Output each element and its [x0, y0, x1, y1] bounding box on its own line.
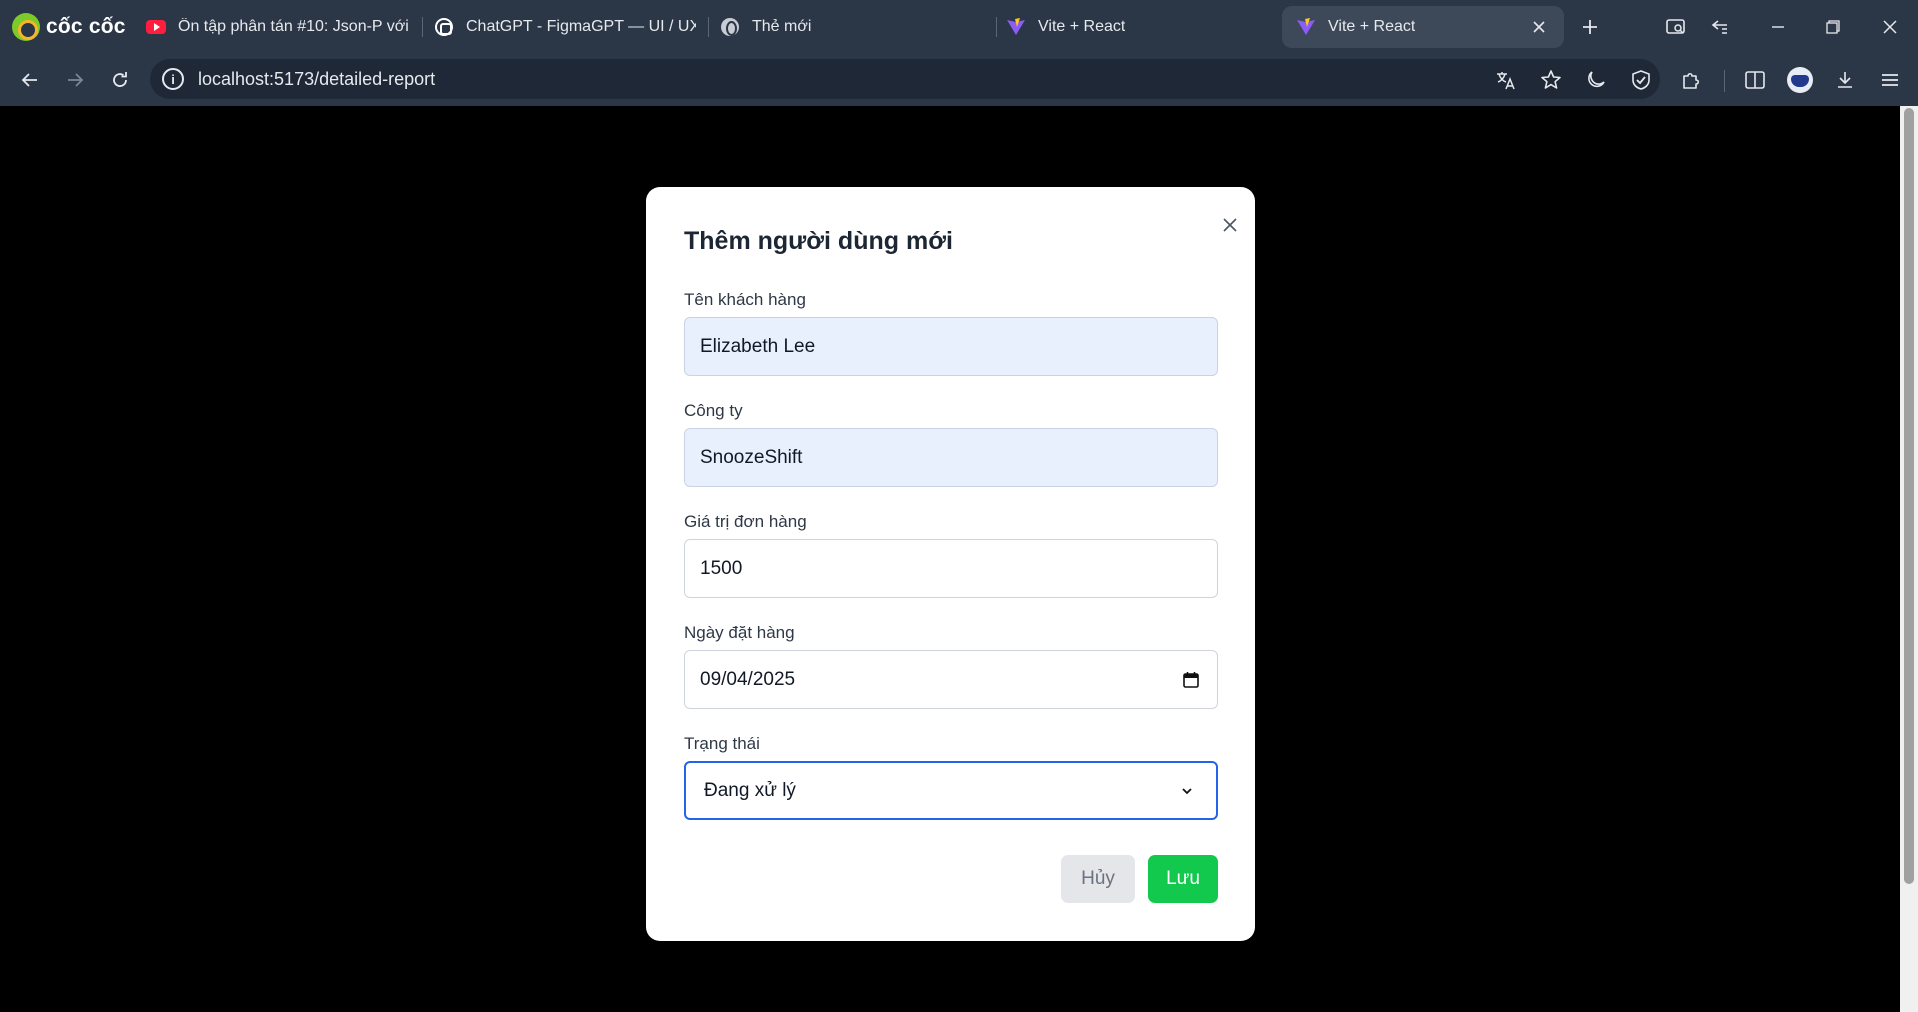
tab-divider — [996, 17, 997, 37]
company-label: Công ty — [684, 401, 743, 420]
toolbar-divider — [1724, 70, 1725, 92]
reload-icon[interactable] — [102, 62, 138, 98]
tab-chatgpt[interactable]: ChatGPT - FigmaGPT — UI / UX — [434, 6, 696, 48]
globe-icon — [720, 17, 740, 37]
cancel-button[interactable]: Hủy — [1061, 855, 1135, 903]
chevron-down-icon — [1176, 780, 1198, 802]
order-value-label: Giá trị đơn hàng — [684, 512, 807, 531]
tab-divider — [708, 17, 709, 37]
modal-close-icon[interactable] — [1216, 211, 1244, 239]
status-label: Trạng thái — [684, 734, 760, 753]
modal-title: Thêm người dùng mới — [684, 227, 953, 255]
vite-icon — [1006, 17, 1026, 37]
menu-hamburger-icon[interactable] — [1872, 62, 1908, 98]
tab-title: Thẻ mới — [752, 18, 812, 35]
order-date-label: Ngày đặt hàng — [684, 623, 795, 642]
order-date-value: 09/04/2025 — [700, 668, 796, 690]
tab-bar: cốc cốc Ôn tập phân tán #10: Json-P với … — [0, 0, 1918, 54]
order-value-value: 1500 — [700, 557, 743, 579]
shield-icon[interactable] — [1623, 62, 1659, 98]
new-tab-plus-icon[interactable] — [1572, 10, 1608, 44]
page-scrollbar[interactable] — [1900, 106, 1918, 1012]
youtube-icon — [146, 17, 166, 37]
order-value-input[interactable]: 1500 — [684, 539, 1218, 598]
company-value: SnoozeShift — [700, 446, 803, 468]
tab-vite-react-active[interactable]: Vite + React — [1282, 6, 1564, 48]
tab-new-tab[interactable]: Thẻ mới — [720, 6, 982, 48]
tab-back-forth-icon[interactable] — [1702, 10, 1738, 44]
tab-search-icon[interactable] — [1658, 10, 1694, 44]
tab-title: Ôn tập phân tán #10: Json-P với — [178, 18, 408, 35]
chatgpt-icon — [434, 17, 454, 37]
customer-name-label: Tên khách hàng — [684, 290, 806, 309]
dark-mode-moon-icon[interactable] — [1578, 62, 1614, 98]
tab-title: Vite + React — [1038, 18, 1126, 35]
bookmark-star-icon[interactable] — [1533, 62, 1569, 98]
tab-close-icon[interactable] — [1528, 16, 1550, 38]
window-close-icon[interactable] — [1872, 10, 1908, 44]
add-user-modal: Thêm người dùng mới Tên khách hàng Eliza… — [646, 187, 1255, 941]
order-date-input[interactable]: 09/04/2025 — [684, 650, 1218, 709]
forward-arrow-icon[interactable] — [57, 62, 93, 98]
tab-title: Vite + React — [1328, 18, 1416, 35]
tab-title: ChatGPT - FigmaGPT — UI / UX — [466, 18, 696, 35]
navigation-bar: i localhost:5173/detailed-report — [0, 54, 1918, 106]
translate-icon[interactable] — [1488, 62, 1524, 98]
download-icon[interactable] — [1827, 62, 1863, 98]
customer-name-value: Elizabeth Lee — [700, 335, 816, 357]
address-bar[interactable]: i localhost:5173/detailed-report — [150, 59, 1660, 99]
calendar-icon[interactable] — [1180, 669, 1202, 691]
restore-icon[interactable] — [1815, 10, 1851, 44]
order-value-field: Giá trị đơn hàng 1500 — [684, 511, 1218, 598]
coccoc-logo-icon — [12, 13, 40, 41]
site-info-icon[interactable]: i — [162, 68, 184, 90]
tab-vite-react[interactable]: Vite + React — [1006, 6, 1268, 48]
customer-name-field: Tên khách hàng Elizabeth Lee — [684, 289, 1218, 376]
save-button[interactable]: Lưu — [1148, 855, 1218, 903]
customer-name-input[interactable]: Elizabeth Lee — [684, 317, 1218, 376]
tab-youtube[interactable]: Ôn tập phân tán #10: Json-P với — [146, 6, 408, 48]
status-selected-value: Đang xử lý — [704, 779, 796, 801]
brand-name: cốc cốc — [46, 15, 126, 38]
browser-chrome: cốc cốc Ôn tập phân tán #10: Json-P với … — [0, 0, 1918, 106]
extensions-puzzle-icon[interactable] — [1673, 62, 1709, 98]
company-input[interactable]: SnoozeShift — [684, 428, 1218, 487]
status-select[interactable]: Đang xử lý — [684, 761, 1218, 820]
profile-avatar[interactable] — [1782, 62, 1818, 98]
status-field: Trạng thái Đang xử lý — [684, 733, 1218, 820]
minimize-icon[interactable] — [1760, 10, 1796, 44]
vite-icon — [1296, 17, 1316, 37]
avatar-icon — [1787, 67, 1813, 93]
company-field: Công ty SnoozeShift — [684, 400, 1218, 487]
scrollbar-thumb[interactable] — [1904, 108, 1914, 884]
order-date-field: Ngày đặt hàng 09/04/2025 — [684, 622, 1218, 709]
back-arrow-icon[interactable] — [12, 62, 48, 98]
split-view-icon[interactable] — [1737, 62, 1773, 98]
url-text[interactable]: localhost:5173/detailed-report — [198, 69, 435, 90]
browser-brand[interactable]: cốc cốc — [12, 12, 126, 42]
tab-divider — [422, 17, 423, 37]
